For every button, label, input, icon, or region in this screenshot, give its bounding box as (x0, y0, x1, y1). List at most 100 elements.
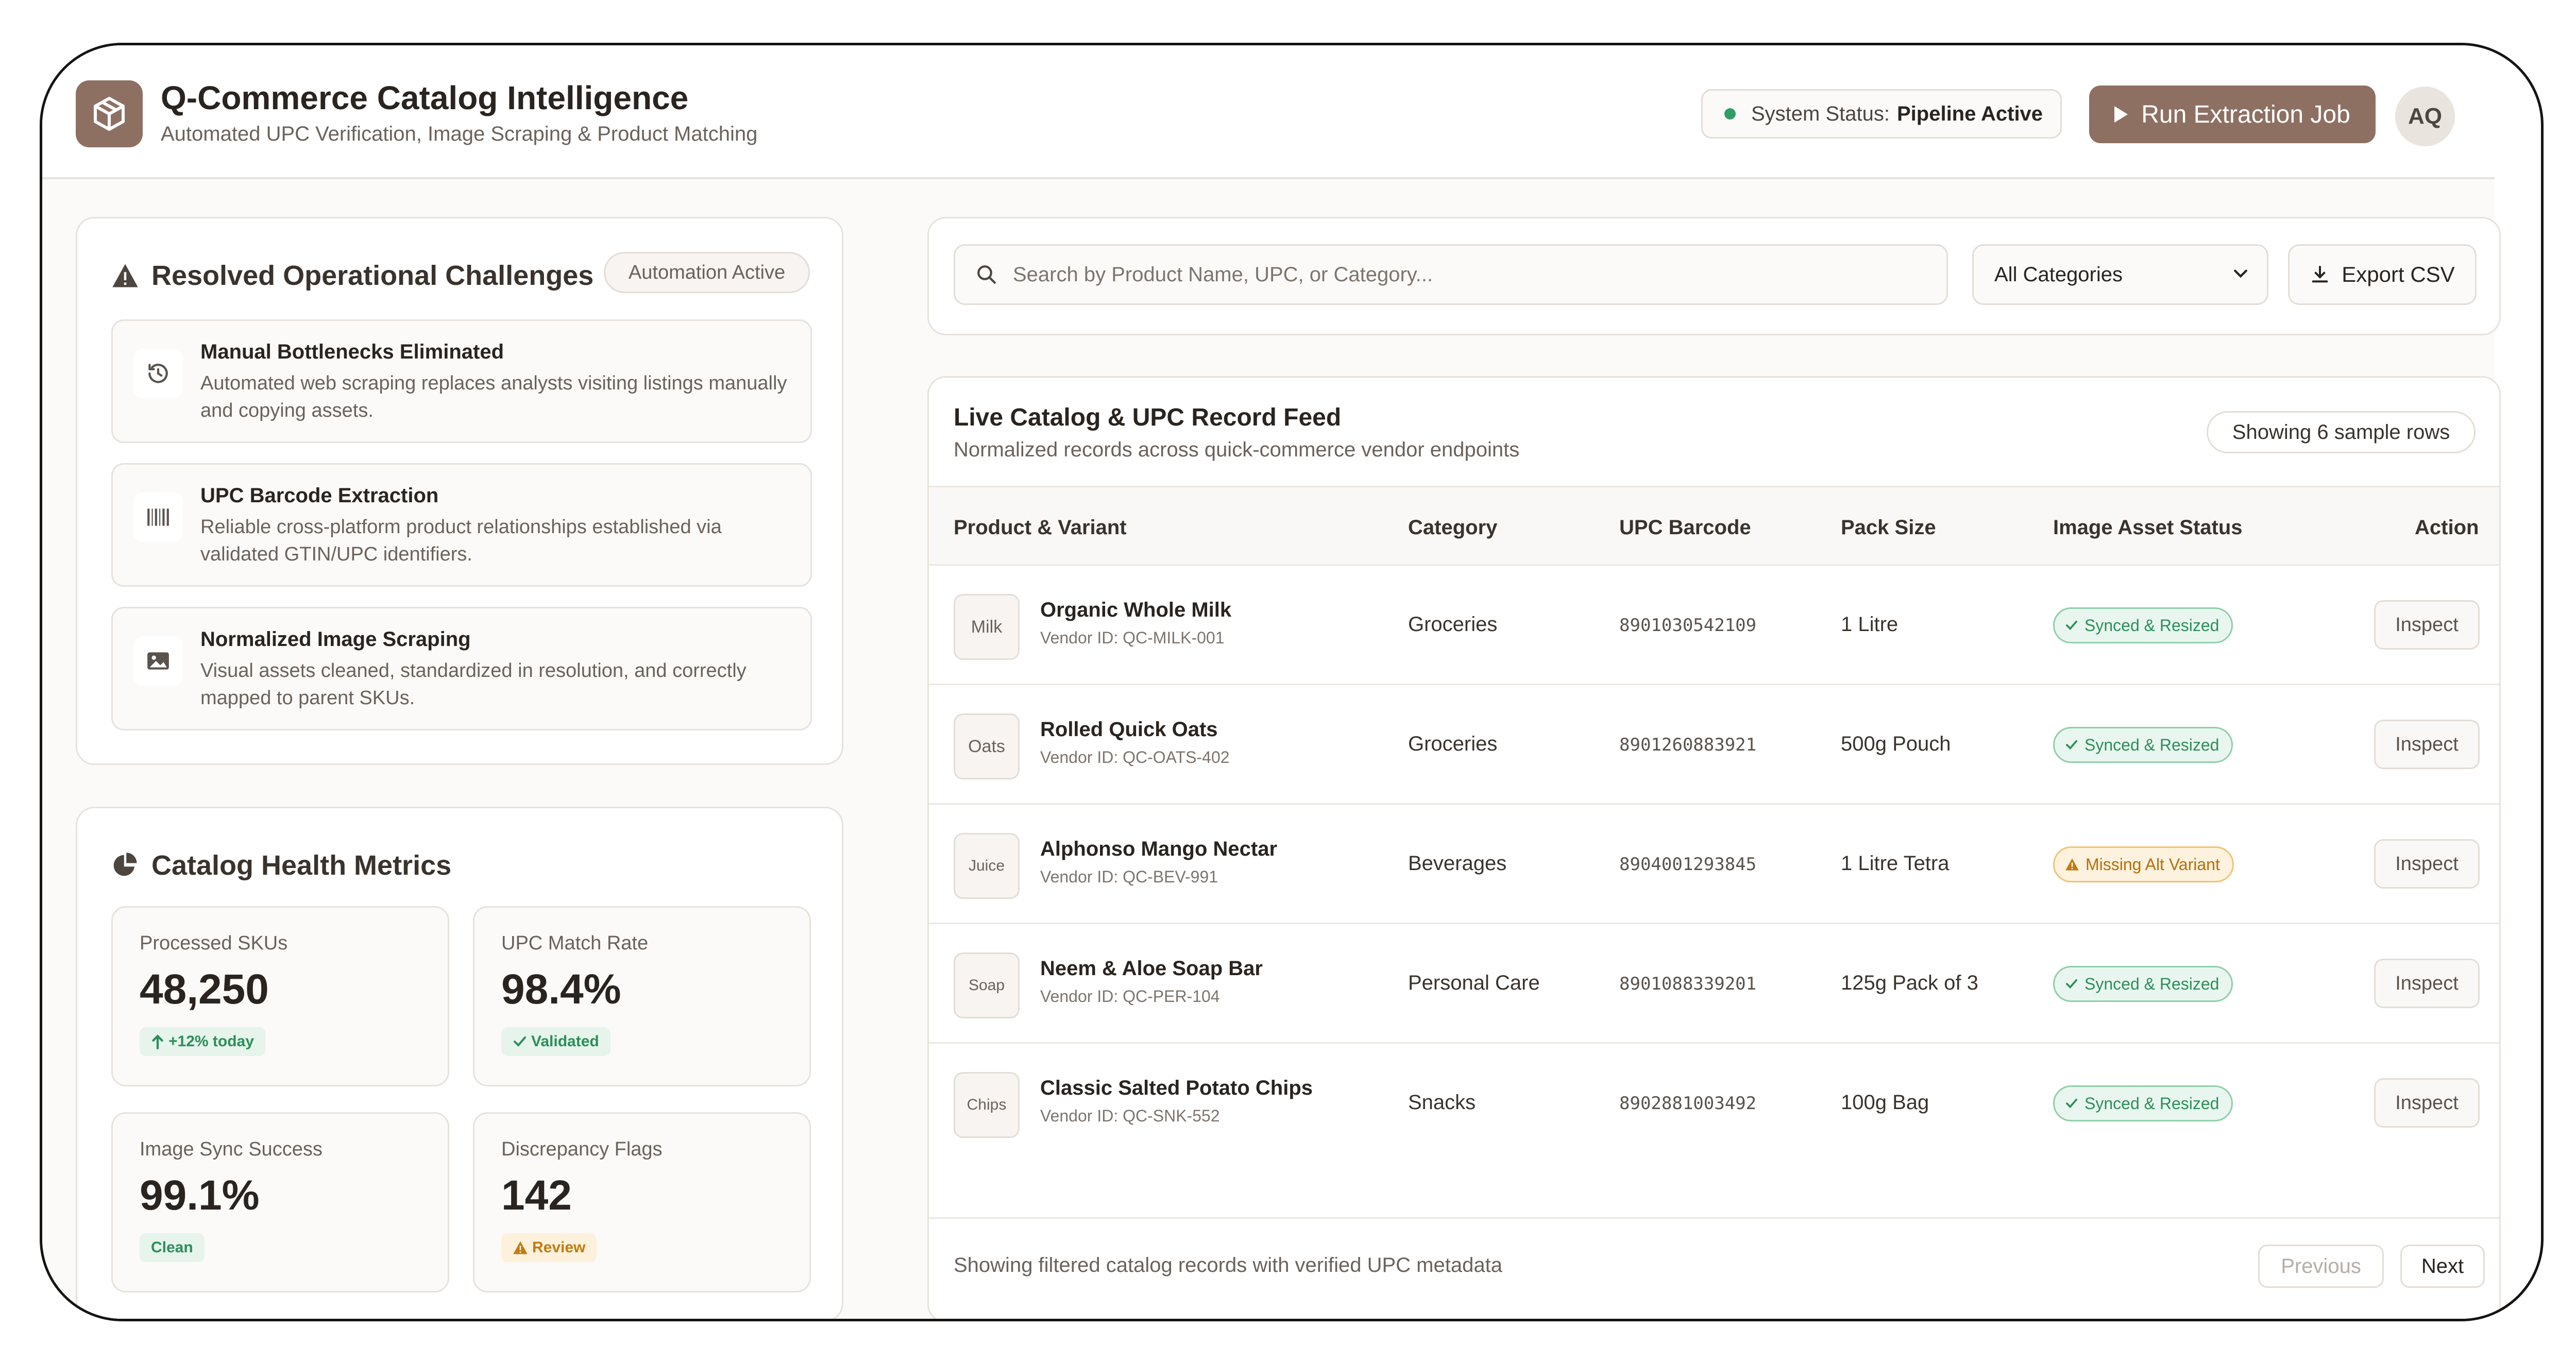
column-header-category[interactable]: Category (1408, 516, 1497, 539)
table-row[interactable]: Soap Neem & Aloe Soap Bar Vendor ID: QC-… (929, 924, 2499, 1044)
product-name: Rolled Quick Oats (1040, 718, 1218, 741)
previous-page-button[interactable]: Previous (2258, 1245, 2384, 1288)
category-cell: Personal Care (1408, 972, 1540, 994)
search-input[interactable] (1013, 263, 1889, 286)
next-page-button[interactable]: Next (2400, 1245, 2485, 1288)
check-icon (2065, 740, 2077, 750)
upc-cell: 8902881003492 (1619, 1093, 1757, 1114)
user-avatar[interactable]: AQ (2395, 87, 2455, 146)
category-cell: Beverages (1408, 852, 1507, 875)
warning-triangle-icon (2065, 858, 2079, 871)
product-thumbnail: Juice (954, 833, 1020, 899)
pack-size-cell: 1 Litre Tetra (1841, 852, 1950, 875)
vendor-id: Vendor ID: QC-MILK-001 (1040, 628, 1225, 647)
warning-triangle-icon (112, 264, 138, 287)
vendor-id: Vendor ID: QC-SNK-552 (1040, 1107, 1220, 1125)
challenge-title: Manual Bottlenecks Eliminated (200, 341, 504, 363)
vendor-id: Vendor ID: QC-OATS-402 (1040, 748, 1230, 767)
inspect-button[interactable]: Inspect (2374, 600, 2480, 650)
product-thumbnail: Oats (954, 713, 1020, 779)
column-header-upc[interactable]: UPC Barcode (1619, 516, 1751, 539)
inspect-button[interactable]: Inspect (2374, 1078, 2480, 1128)
cube-logo-icon (76, 80, 143, 147)
metric-value: 98.4% (501, 966, 621, 1013)
app-header: Q-Commerce Catalog Intelligence Automate… (42, 45, 2495, 179)
search-toolbar-card: All Categories Export CSV (927, 217, 2501, 335)
play-icon (2114, 106, 2128, 123)
metric-badge-label: Clean (151, 1239, 193, 1256)
metric-upc-match-rate: UPC Match Rate 98.4% Validated (473, 906, 811, 1086)
challenges-title: Resolved Operational Challenges (151, 260, 594, 291)
metric-status-badge: Clean (140, 1233, 205, 1262)
metrics-title: Catalog Health Metrics (151, 850, 452, 881)
image-status-badge: Synced & Resized (2053, 1085, 2233, 1121)
run-extraction-button[interactable]: Run Extraction Job (2089, 86, 2376, 143)
metrics-title-row: Catalog Health Metrics (111, 849, 451, 881)
category-select[interactable]: All Categories (1972, 244, 2268, 305)
category-select-value: All Categories (1994, 263, 2123, 286)
table-row[interactable]: Juice Alphonso Mango Nectar Vendor ID: Q… (929, 805, 2499, 924)
status-label: System Status: (1751, 102, 1890, 125)
column-header-image-status[interactable]: Image Asset Status (2053, 516, 2243, 539)
product-name: Classic Salted Potato Chips (1040, 1077, 1313, 1099)
metric-processed-skus: Processed SKUs 48,250 +12% today (111, 906, 449, 1086)
product-thumbnail: Soap (954, 952, 1020, 1018)
metric-status-badge: Validated (501, 1027, 611, 1056)
pack-size-cell: 500g Pouch (1841, 733, 1951, 755)
table-row[interactable]: Oats Rolled Quick Oats Vendor ID: QC-OAT… (929, 685, 2499, 805)
metric-value: 99.1% (140, 1172, 260, 1219)
column-header-product[interactable]: Product & Variant (954, 516, 1127, 539)
image-status-badge: Synced & Resized (2053, 727, 2233, 763)
column-header-action: Action (2415, 516, 2479, 539)
chevron-down-icon (2234, 269, 2247, 278)
category-cell: Groceries (1408, 733, 1498, 755)
metric-value: 142 (501, 1172, 572, 1219)
history-icon (133, 349, 183, 398)
metric-label: Discrepancy Flags (501, 1138, 663, 1160)
column-header-pack-size[interactable]: Pack Size (1841, 516, 1936, 539)
upc-cell: 8901260883921 (1619, 735, 1757, 755)
inspect-button[interactable]: Inspect (2374, 839, 2480, 889)
image-status-badge: Synced & Resized (2053, 966, 2233, 1002)
table-footer-text: Showing filtered catalog records with ve… (954, 1254, 1502, 1277)
inspect-button[interactable]: Inspect (2374, 959, 2480, 1008)
app-root: Q-Commerce Catalog Intelligence Automate… (42, 45, 2501, 1319)
product-name: Neem & Aloe Soap Bar (1040, 957, 1263, 980)
challenge-image-scraping: Normalized Image Scraping Visual assets … (111, 607, 812, 730)
pack-size-cell: 1 Litre (1841, 613, 1899, 636)
product-thumbnail: Chips (954, 1072, 1020, 1138)
metric-label: Processed SKUs (140, 932, 288, 954)
challenges-card: Resolved Operational Challenges Automati… (76, 217, 843, 765)
metric-image-sync-success: Image Sync Success 99.1% Clean (111, 1112, 449, 1292)
metric-badge-label: +12% today (168, 1033, 254, 1050)
product-name: Organic Whole Milk (1040, 599, 1232, 621)
image-icon (133, 636, 183, 686)
challenge-description: Automated web scraping replaces analysts… (200, 372, 787, 421)
warning-triangle-icon (513, 1241, 528, 1254)
challenge-title: UPC Barcode Extraction (200, 484, 439, 507)
check-icon (2065, 1098, 2077, 1109)
check-icon (2065, 620, 2077, 631)
table-row[interactable]: Chips Classic Salted Potato Chips Vendor… (929, 1044, 2499, 1163)
upc-cell: 8901030542109 (1619, 615, 1757, 636)
table-row[interactable]: Milk Organic Whole Milk Vendor ID: QC-MI… (929, 566, 2499, 685)
image-status-badge: Synced & Resized (2053, 607, 2233, 643)
vendor-id: Vendor ID: QC-BEV-991 (1040, 867, 1218, 886)
window-frame: Q-Commerce Catalog Intelligence Automate… (40, 43, 2544, 1321)
status-dot-icon (1724, 108, 1736, 120)
category-cell: Groceries (1408, 613, 1498, 636)
rows-count-badge: Showing 6 sample rows (2207, 411, 2476, 453)
barcode-icon (133, 492, 183, 542)
inspect-button[interactable]: Inspect (2374, 720, 2480, 769)
upc-cell: 8904001293845 (1619, 854, 1757, 875)
metric-value: 48,250 (140, 966, 269, 1013)
arrow-up-icon (152, 1034, 163, 1049)
challenge-title: Normalized Image Scraping (200, 628, 471, 651)
status-value: Pipeline Active (1896, 102, 2043, 125)
metric-trend-badge: +12% today (140, 1027, 265, 1056)
image-status-label: Synced & Resized (2084, 735, 2219, 754)
vendor-id: Vendor ID: QC-PER-104 (1040, 987, 1220, 1006)
search-box (954, 244, 1948, 305)
image-status-label: Synced & Resized (2084, 1094, 2219, 1113)
export-csv-button[interactable]: Export CSV (2288, 244, 2477, 305)
